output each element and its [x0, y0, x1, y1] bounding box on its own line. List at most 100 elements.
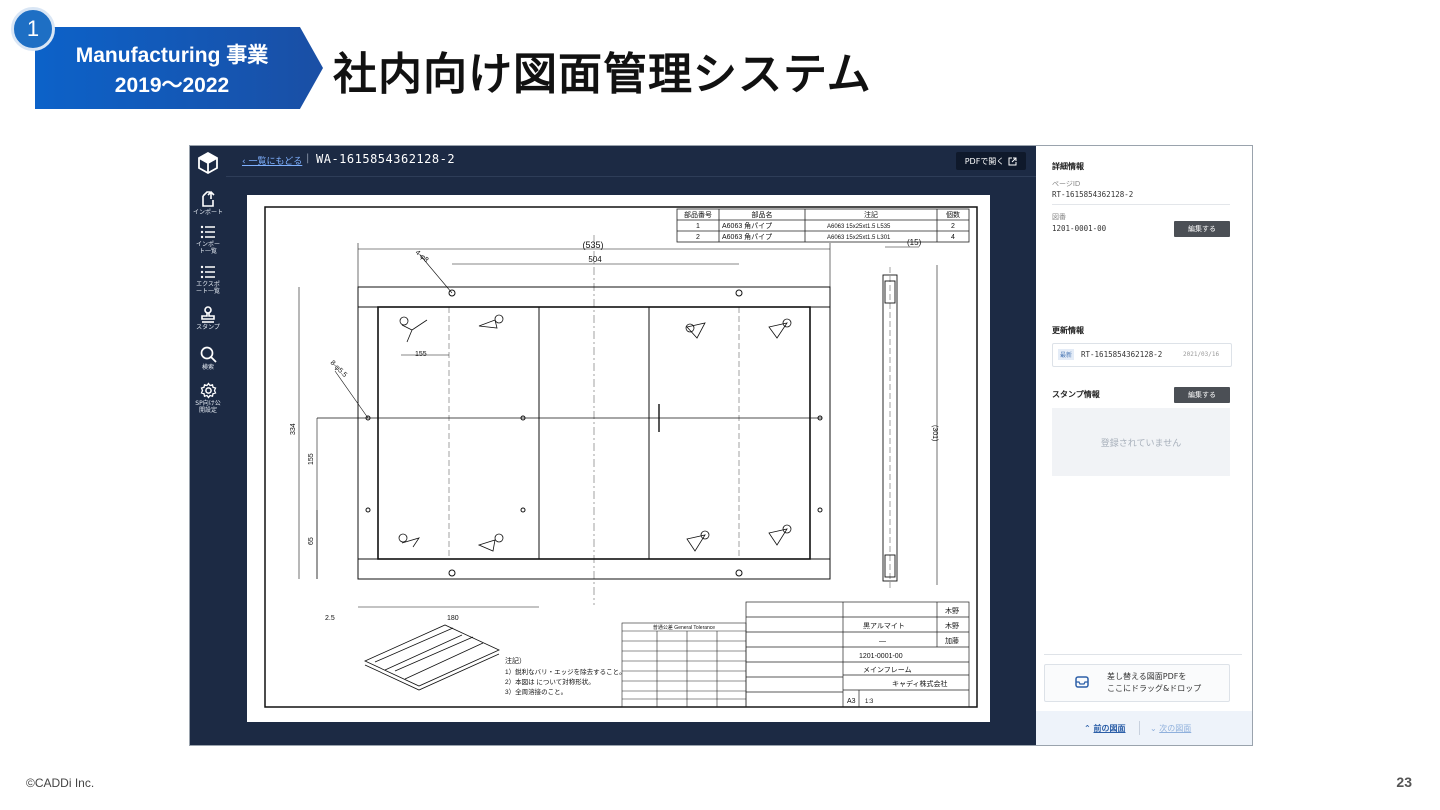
title-block	[745, 601, 970, 708]
sidebar-item-label: SP向け公開設定	[195, 400, 221, 414]
sidebar-item-label: エクスポート一覧	[195, 281, 220, 295]
drop-zone-line1: 差し替える図面PDFを	[1107, 672, 1187, 681]
drawing-no-value: 1201-0001-00	[1052, 224, 1107, 233]
parts-cell: A6063 15x25xt1.5 L301	[827, 235, 891, 241]
parts-cell: A6063 15x25xt1.5 L535	[827, 224, 891, 230]
parts-cell: A6063 角パイプ	[722, 232, 772, 241]
stamp-empty-state: 登録されていません	[1052, 408, 1230, 476]
slide-title: 社内向け図面管理システム	[333, 49, 872, 100]
external-link-icon	[1008, 157, 1017, 165]
dim-side: (15)	[907, 238, 922, 247]
page-id-value: RT-1615854362128-2	[1052, 190, 1134, 199]
business-tag-line1: Manufacturing 事業	[75, 44, 269, 67]
pdf-drop-zone[interactable]: 差し替える図面PDFを ここにドラッグ&ドロップ	[1044, 664, 1230, 702]
parts-cell: 4	[951, 234, 955, 241]
business-tag-line2: 2019～2022	[114, 74, 230, 97]
frame-plan-view	[317, 235, 831, 605]
title-drawing-no: 1201-0001-00	[859, 653, 903, 660]
edit-stamp-button[interactable]: 編集する	[1174, 387, 1230, 403]
note-3: 3）全周溶接のこと。	[505, 687, 567, 696]
sidebar-item-sp-settings[interactable]: SP向け公開設定	[190, 382, 226, 414]
parts-header-name: 部品名	[752, 210, 773, 219]
sidebar-item-import-list[interactable]: インポート一覧	[190, 224, 226, 255]
title-scale: 1:3	[865, 699, 874, 705]
stamp-empty-text: 登録されていません	[1100, 438, 1182, 449]
divider	[1052, 204, 1230, 205]
page-number: 23	[1396, 774, 1412, 790]
divider	[226, 176, 1036, 177]
dim-65: 65	[308, 537, 315, 545]
tolerance-table	[621, 622, 747, 708]
dim-overall: (535)	[582, 240, 603, 250]
sidebar-item-label: インポート	[192, 209, 223, 216]
title-qty: 加藤	[945, 636, 959, 645]
details-panel: 詳細情報 ページID RT-1615854362128-2 図番 1201-00…	[1036, 146, 1252, 745]
dim-180: 180	[447, 615, 459, 622]
app-window: インポート インポート一覧 エクスポート一覧 スタンプ 検索 SP向け公開設定 …	[189, 145, 1253, 746]
dimension-lines	[298, 243, 938, 608]
frame-side-view	[882, 267, 898, 591]
sidebar-item-export-list[interactable]: エクスポート一覧	[190, 264, 226, 295]
inbox-icon	[1075, 676, 1089, 688]
tolerance-title: 普通公差 General Tolerance	[653, 624, 715, 631]
update-date: 2021/03/16	[1183, 351, 1220, 358]
sidebar-item-import[interactable]: インポート	[190, 190, 226, 216]
stamp-icon	[201, 306, 215, 323]
title-part-name: メインフレーム	[863, 666, 912, 674]
next-drawing-button[interactable]: ⌄ 次の図面	[1150, 723, 1191, 734]
app-logo[interactable]	[190, 152, 226, 174]
latest-badge: 最新	[1058, 349, 1074, 360]
edit-drawing-no-button[interactable]: 編集する	[1174, 221, 1230, 237]
list-icon	[200, 265, 215, 279]
notes-title: 注記）	[505, 656, 526, 665]
stamp-header: スタンプ情報	[1052, 390, 1100, 399]
title-approver: 木野	[945, 621, 959, 630]
title-material: 黒アルマイト	[863, 622, 905, 630]
sidebar-item-search[interactable]: 検索	[190, 346, 226, 371]
business-tag: Manufacturing 事業 2019～2022	[35, 27, 323, 109]
divider	[1139, 721, 1140, 735]
cube-logo-icon	[198, 152, 218, 174]
parts-cell: 2	[696, 234, 700, 241]
parts-header-qty: 個数	[946, 210, 960, 219]
dim-2-5: 2.5	[325, 615, 335, 622]
dim-inner: 504	[588, 255, 602, 264]
note-2: 2）本図は について対称形状。	[505, 677, 595, 686]
update-id: RT-1615854362128-2	[1081, 350, 1163, 359]
viewer-top-bar: ‹ 一覧にもどる | WA-1615854362128-2 PDFで開く	[226, 146, 1036, 176]
detail-header: 詳細情報	[1052, 162, 1084, 171]
parts-cell: 1	[696, 223, 700, 230]
open-pdf-button[interactable]: PDFで開く	[956, 152, 1026, 170]
back-to-list-link[interactable]: ‹ 一覧にもどる	[242, 154, 302, 167]
open-pdf-label: PDFで開く	[964, 156, 1005, 166]
search-icon	[200, 346, 217, 363]
dim-301: (301)	[931, 425, 938, 441]
dim-334: 334	[290, 423, 297, 435]
isometric-view	[364, 624, 500, 691]
section-number-badge: 1	[11, 7, 55, 51]
gear-icon	[200, 382, 216, 399]
dim-phi1: 4-φ8	[414, 249, 430, 264]
parts-header-note: 注記	[864, 210, 878, 219]
sidebar-item-stamp[interactable]: スタンプ	[190, 306, 226, 331]
import-icon	[202, 190, 215, 207]
title-surface: —	[879, 638, 886, 645]
update-header: 更新情報	[1052, 326, 1084, 335]
breadcrumb-separator: |	[306, 153, 310, 164]
copyright: ©CADDi Inc.	[26, 776, 95, 790]
prev-drawing-button[interactable]: ⌃ 前の図面	[1084, 723, 1126, 734]
sidebar-item-label: 検索	[201, 364, 214, 371]
parts-cell: 2	[951, 223, 955, 230]
note-1: 1）鋭利なバリ・エッジを除去すること。	[505, 667, 626, 676]
drop-zone-line2: ここにドラッグ&ドロップ	[1107, 684, 1202, 693]
drawing-no-label: 図番	[1052, 213, 1066, 221]
document-id: WA-1615854362128-2	[316, 152, 456, 166]
drawing-canvas[interactable]: 部品番号 部品名 注記 個数 1 A6063 角パイプ A6063 15x25x…	[247, 195, 990, 722]
sidebar: インポート インポート一覧 エクスポート一覧 スタンプ 検索 SP向け公開設定	[190, 146, 226, 745]
title-size: A3	[847, 698, 856, 705]
update-entry[interactable]: 最新 RT-1615854362128-2 2021/03/16	[1052, 343, 1232, 367]
parts-table	[676, 208, 970, 243]
sidebar-item-label: スタンプ	[196, 324, 220, 331]
title-company: キャディ株式会社	[892, 679, 948, 688]
sidebar-item-label: インポート一覧	[195, 241, 220, 255]
